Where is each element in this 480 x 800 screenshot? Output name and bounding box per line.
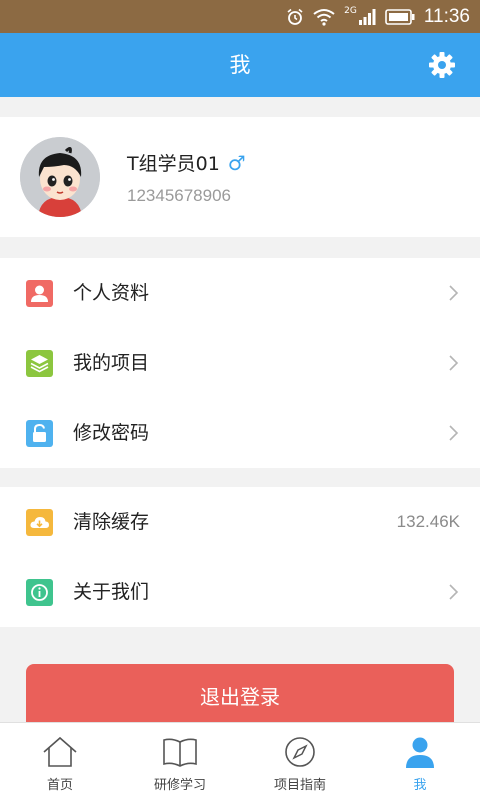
tab-label: 首页 [46, 778, 73, 793]
profile-card[interactable]: T组学员01 ♂ 12345678906 [0, 117, 480, 237]
person-icon [26, 280, 53, 307]
signal-icon [358, 8, 376, 25]
chevron-right-icon [449, 355, 459, 371]
menu-item-label: 清除缓存 [73, 511, 150, 533]
profile-name-row: T组学员01 ♂ [127, 149, 246, 176]
compass-icon [285, 737, 315, 767]
menu-group-account: 个人资料 我的项目 修改密码 [0, 258, 480, 468]
lock-icon [26, 420, 53, 447]
logout-button[interactable]: 退出登录 [26, 664, 454, 730]
info-icon [26, 579, 53, 606]
menu-item-my-projects[interactable]: 我的项目 [0, 328, 480, 398]
cache-size-value: 132.46K [396, 512, 460, 531]
tab-home[interactable]: 首页 [0, 723, 120, 800]
menu-item-label: 修改密码 [73, 422, 150, 444]
status-bar: 2G 11:36 [0, 0, 480, 33]
layers-icon [26, 350, 53, 377]
home-icon [43, 736, 77, 767]
network-type-label: 2G [344, 5, 357, 16]
status-time: 11:36 [423, 5, 470, 27]
tab-label: 研修学习 [153, 778, 206, 793]
male-icon: ♂ [227, 150, 246, 175]
page-title: 我 [229, 53, 251, 77]
battery-icon [385, 8, 415, 25]
user-icon [406, 737, 434, 768]
avatar[interactable] [20, 137, 100, 217]
menu-item-label: 个人资料 [73, 282, 150, 304]
menu-item-label: 关于我们 [73, 581, 150, 603]
tab-label: 我 [413, 778, 427, 793]
menu-item-change-password[interactable]: 修改密码 [0, 398, 480, 468]
tab-study[interactable]: 研修学习 [120, 723, 240, 800]
chevron-right-icon [449, 425, 459, 441]
chevron-right-icon [449, 285, 459, 301]
cloud-icon [26, 509, 53, 536]
chevron-right-icon [449, 584, 459, 600]
profile-name: T组学员01 [127, 153, 220, 175]
profile-phone: 12345678906 [127, 186, 232, 205]
app-bar: 我 [0, 33, 480, 97]
bottom-tab-bar: 首页 研修学习 项目指南 我 [0, 722, 480, 800]
book-icon [163, 738, 197, 767]
wifi-icon [313, 8, 335, 26]
tab-label: 项目指南 [273, 778, 326, 793]
avatar-illustration [20, 137, 100, 217]
tab-me[interactable]: 我 [360, 723, 480, 800]
gear-icon[interactable] [428, 51, 456, 79]
menu-item-clear-cache[interactable]: 清除缓存 132.46K [0, 487, 480, 557]
alarm-icon [287, 8, 303, 25]
menu-group-app: 清除缓存 132.46K 关于我们 [0, 487, 480, 627]
menu-item-label: 我的项目 [73, 352, 150, 374]
menu-item-about-us[interactable]: 关于我们 [0, 557, 480, 627]
menu-item-profile[interactable]: 个人资料 [0, 258, 480, 328]
tab-guide[interactable]: 项目指南 [240, 723, 360, 800]
